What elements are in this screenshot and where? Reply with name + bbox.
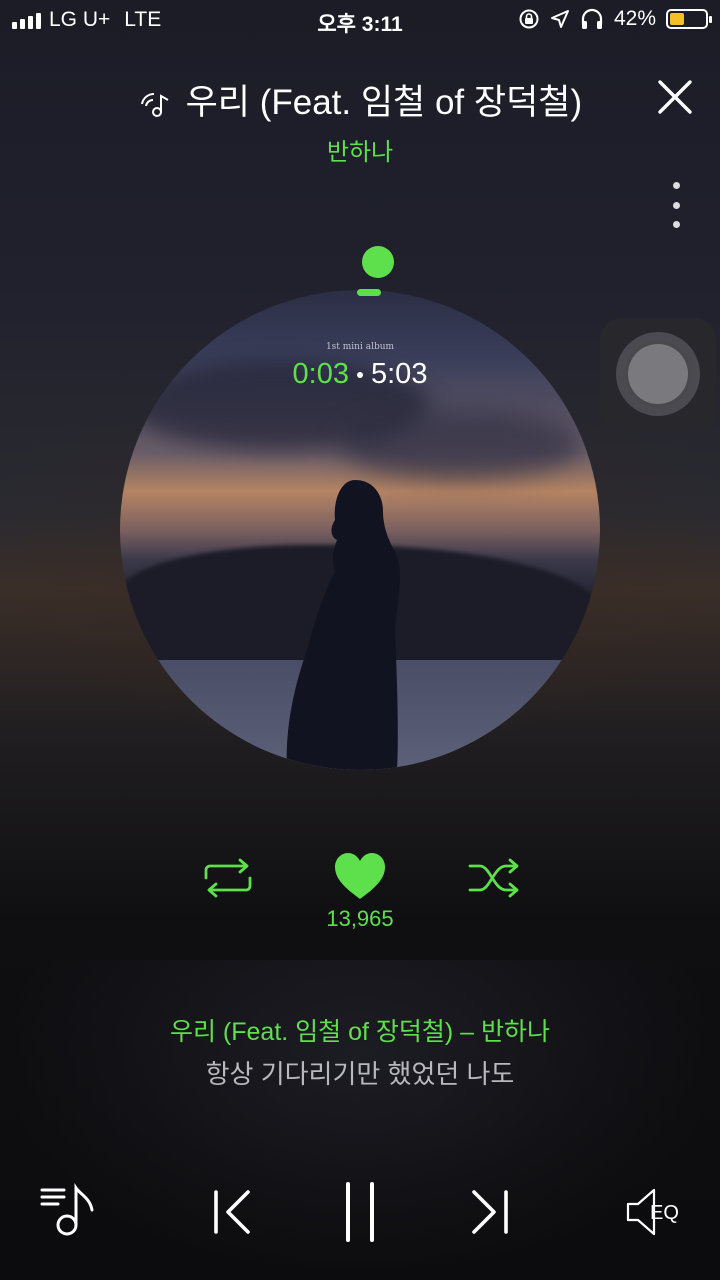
playlist-button[interactable] [36, 1180, 100, 1244]
seek-progress[interactable] [357, 289, 381, 296]
assistive-touch-core [624, 340, 692, 408]
repeat-button[interactable] [200, 856, 256, 900]
pause-icon [346, 1182, 374, 1242]
like-count: 13,965 [326, 906, 394, 931]
heart-icon [335, 853, 385, 899]
battery-icon [666, 9, 712, 29]
status-bar: LG U+ LTE 오후 3:11 42% [0, 0, 720, 40]
headphones-icon [581, 8, 603, 29]
song-title-row: 우리 (Feat. 임철 of 장덕철) [0, 74, 720, 125]
playlist-icon [40, 1183, 94, 1236]
close-icon [658, 80, 692, 114]
battery-level [670, 13, 684, 25]
album-label: 1st mini album [325, 342, 395, 352]
location-icon [550, 10, 569, 28]
lyrics-current-line[interactable]: 항상 기다리기만 했었던 나도 [0, 1054, 720, 1091]
seek-knob[interactable] [362, 246, 394, 278]
time-current: 0:03 [292, 358, 349, 390]
song-title: 우리 (Feat. 임철 of 장덕철) [185, 83, 583, 122]
pause-button[interactable] [338, 1180, 382, 1244]
next-button[interactable] [466, 1180, 514, 1244]
next-icon [472, 1190, 508, 1234]
music-note-icon [140, 92, 169, 117]
orientation-lock-icon [519, 9, 539, 29]
like-button[interactable] [333, 852, 387, 902]
shuffle-button[interactable] [466, 856, 522, 900]
close-button[interactable] [652, 74, 698, 120]
album-cloud [340, 410, 580, 480]
time-total: 5:03 [371, 358, 428, 390]
equalizer-button[interactable]: EQ [620, 1180, 692, 1244]
artist-name[interactable]: 반하나 [0, 132, 720, 167]
repeat-icon [204, 858, 252, 898]
album-silhouette [286, 480, 400, 770]
previous-icon [214, 1190, 250, 1234]
assistive-touch-button[interactable] [600, 318, 716, 432]
previous-button[interactable] [208, 1180, 256, 1244]
more-icon[interactable] [664, 182, 688, 228]
shuffle-icon [468, 858, 519, 898]
status-right: 42% [518, 7, 712, 31]
eq-label: EQ [650, 1202, 679, 1224]
battery-percent: 42% [613, 7, 656, 30]
time-separator [357, 372, 363, 379]
lyrics-header[interactable]: 우리 (Feat. 임철 of 장덕철) – 반하나 [0, 1012, 720, 1048]
